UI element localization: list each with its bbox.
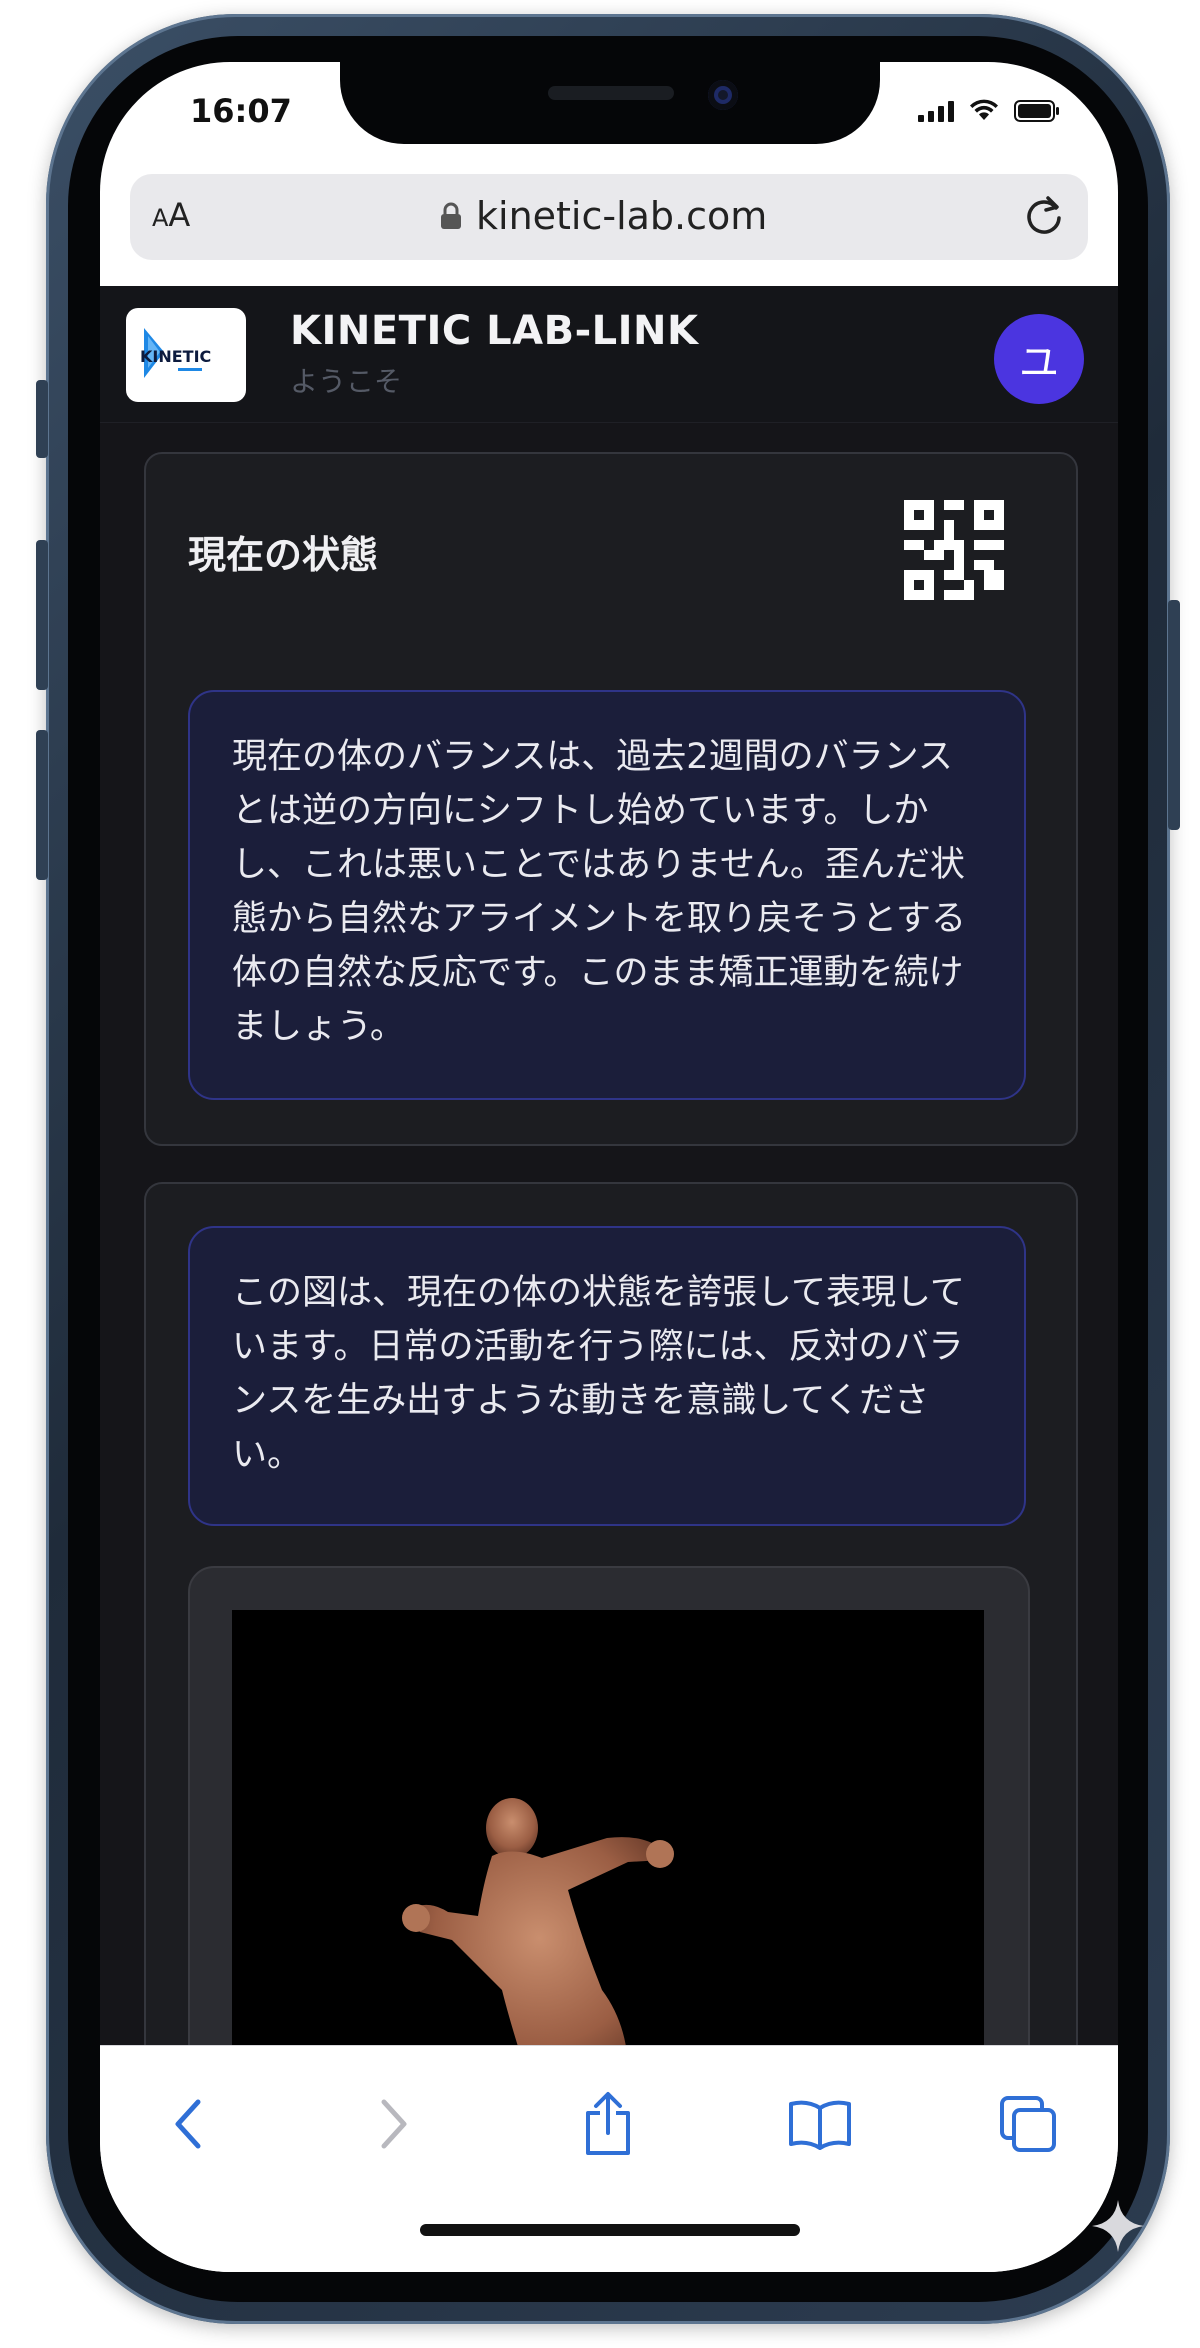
phone-screen: 16:07 AA kinetic-lab.com KINETIC KINETIC…: [100, 62, 1118, 2272]
tabs-icon: [1000, 2096, 1056, 2152]
url-field[interactable]: kinetic-lab.com: [440, 194, 767, 238]
power-button: [1168, 600, 1180, 830]
current-status-card: 現在の状態 現在の体のバランスは、過去2週間のバランスとは逆の方向にシフトし始め…: [144, 452, 1078, 1146]
figure-message: この図は、現在の体の状態を誇張して表現しています。日常の活動を行う際には、反対の…: [188, 1226, 1026, 1526]
address-bar[interactable]: AA kinetic-lab.com: [130, 174, 1088, 260]
app-header: KINETIC KINETIC LAB-LINK ようこそ ユ: [100, 286, 1118, 423]
notch: [340, 62, 880, 144]
book-icon: [789, 2100, 851, 2150]
lock-icon: [440, 202, 462, 230]
volume-down-button: [36, 730, 48, 880]
signal-icon: [918, 100, 954, 122]
web-content: KINETIC KINETIC LAB-LINK ようこそ ユ 現在の状態 現在…: [100, 286, 1118, 2045]
url-text: kinetic-lab.com: [476, 194, 768, 238]
kinetic-logo[interactable]: KINETIC: [126, 308, 246, 402]
share-button[interactable]: [568, 2084, 648, 2164]
silent-switch: [36, 380, 48, 458]
chevron-right-icon: [381, 2099, 407, 2149]
tabs-button[interactable]: [988, 2084, 1068, 2164]
app-title: KINETIC LAB-LINK: [290, 308, 699, 354]
user-avatar[interactable]: ユ: [994, 314, 1084, 404]
status-time: 16:07: [190, 92, 292, 130]
reload-icon[interactable]: [1022, 192, 1066, 242]
browser-toolbar: [100, 2045, 1118, 2272]
front-camera: [708, 80, 738, 110]
forward-button[interactable]: [354, 2084, 434, 2164]
share-icon: [586, 2092, 630, 2155]
status-message: 現在の体のバランスは、過去2週間のバランスとは逆の方向にシフトし始めています。し…: [188, 690, 1026, 1100]
body-figure-card: この図は、現在の体の状態を誇張して表現しています。日常の活動を行う際には、反対の…: [144, 1182, 1078, 2045]
wifi-icon: [968, 98, 1000, 122]
status-icons: [918, 98, 1060, 122]
card-title: 現在の状態: [188, 533, 379, 577]
logo-text: KINETIC: [140, 347, 211, 366]
figure-frame: [188, 1566, 1030, 2045]
speaker-grille: [548, 86, 674, 100]
welcome-text: ようこそ: [290, 365, 403, 398]
body-model-image: [392, 1790, 752, 2045]
text-size-button[interactable]: AA: [152, 196, 190, 234]
back-button[interactable]: [148, 2084, 228, 2164]
bookmarks-button[interactable]: [780, 2084, 860, 2164]
qr-code-icon[interactable]: [904, 500, 1004, 600]
home-indicator[interactable]: [420, 2224, 800, 2236]
body-model-viewer[interactable]: [232, 1610, 984, 2045]
chevron-left-icon: [175, 2099, 201, 2149]
battery-icon: [1014, 100, 1060, 122]
volume-up-button: [36, 540, 48, 690]
sparkle-icon: [1088, 2196, 1148, 2260]
